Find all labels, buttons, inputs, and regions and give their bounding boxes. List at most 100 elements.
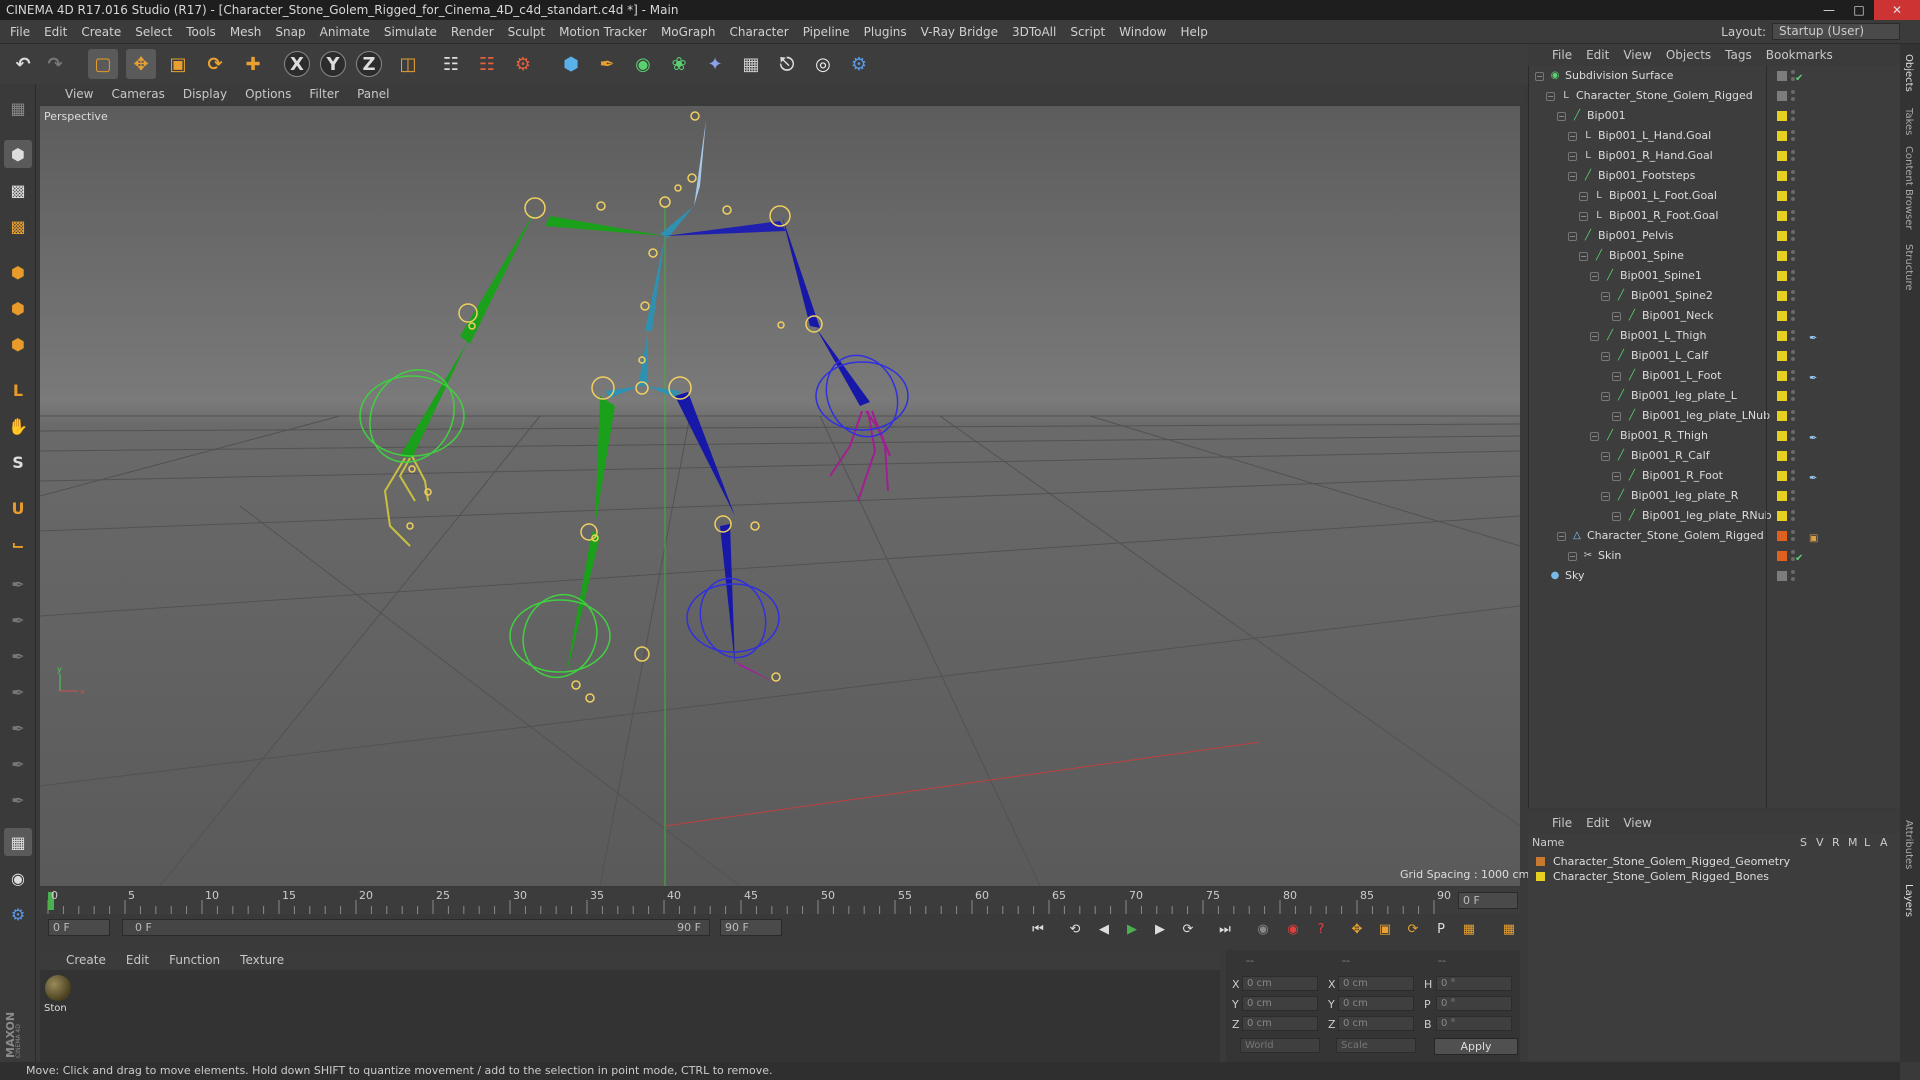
rotation-p-field[interactable]: 0 °	[1436, 996, 1512, 1011]
size-mode-dropdown[interactable]: Scale	[1336, 1038, 1416, 1053]
layer-color-icon[interactable]	[1777, 551, 1787, 561]
axis-lock-icon[interactable]: ⌙	[4, 530, 32, 558]
menu-animate[interactable]: Animate	[320, 25, 370, 39]
transform-tool-icon[interactable]: ✚	[238, 49, 268, 79]
coordinate-system-icon[interactable]: ◫	[393, 49, 423, 79]
material-name[interactable]: Ston	[44, 1003, 67, 1014]
x-axis-lock-icon[interactable]: X	[284, 51, 310, 77]
visibility-dots-icon[interactable]	[1791, 509, 1795, 523]
object-row[interactable]: − ╱ Bip001_R_Calf	[1529, 446, 1901, 466]
expand-collapse-icon[interactable]: −	[1590, 272, 1599, 281]
menu-vray-bridge[interactable]: V-Ray Bridge	[921, 25, 998, 39]
tab-objects[interactable]: Objects	[1903, 54, 1914, 92]
python-icon[interactable]: ⚙	[844, 49, 874, 79]
object-row[interactable]: − ╱ Bip001_leg_plate_LNub	[1529, 406, 1901, 426]
visibility-dots-icon[interactable]	[1791, 209, 1795, 223]
visibility-dots-icon[interactable]	[1791, 389, 1795, 403]
redo-icon[interactable]: ↷	[40, 49, 70, 79]
expand-collapse-icon[interactable]: −	[1557, 112, 1566, 121]
deformer-icon[interactable]: ✦	[700, 49, 730, 79]
sculpt-inflate-icon[interactable]: ✒	[4, 714, 32, 742]
layer-color-icon[interactable]	[1777, 271, 1787, 281]
key-pla-icon[interactable]: ▦	[1458, 918, 1480, 940]
expand-collapse-icon[interactable]: −	[1568, 552, 1577, 561]
menu-snap[interactable]: Snap	[275, 25, 305, 39]
python-script-icon[interactable]: ⚙	[4, 900, 32, 928]
visibility-dots-icon[interactable]	[1791, 189, 1795, 203]
layer-color-icon[interactable]	[1777, 431, 1787, 441]
viewport-menu-view[interactable]: View	[65, 87, 93, 101]
scale-tool-icon[interactable]: ▣	[163, 49, 193, 79]
rotate-tool-icon[interactable]: ⟳	[200, 49, 230, 79]
menu-sculpt[interactable]: Sculpt	[508, 25, 545, 39]
rotation-b-field[interactable]: 0 °	[1436, 1016, 1512, 1031]
preview-range-slider[interactable]: 0 F 90 F	[122, 919, 710, 936]
timeline-window-icon[interactable]: ▦	[1498, 918, 1520, 940]
object-menu-edit[interactable]: Edit	[1586, 48, 1609, 62]
layer-color-icon[interactable]	[1777, 191, 1787, 201]
visibility-dots-icon[interactable]	[1791, 349, 1795, 363]
object-row[interactable]: − ╱ Bip001	[1529, 106, 1901, 126]
expand-collapse-icon[interactable]: −	[1568, 152, 1577, 161]
move-tool-icon[interactable]: ✥	[126, 49, 156, 79]
layer-color-icon[interactable]	[1777, 531, 1787, 541]
tab-takes[interactable]: Takes	[1903, 108, 1914, 135]
layer-menu-file[interactable]: File	[1552, 816, 1572, 830]
visibility-dots-icon[interactable]	[1791, 289, 1795, 303]
object-row[interactable]: − △ Character_Stone_Golem_Rigged ▣	[1529, 526, 1901, 546]
expand-collapse-icon[interactable]: −	[1601, 392, 1610, 401]
tab-attributes[interactable]: Attributes	[1903, 820, 1914, 869]
layer-color-icon[interactable]	[1777, 451, 1787, 461]
viewport-solo-icon[interactable]: ▦	[4, 828, 32, 856]
object-menu-objects[interactable]: Objects	[1666, 48, 1711, 62]
make-editable-icon[interactable]: ▦	[4, 94, 32, 122]
visibility-dots-icon[interactable]	[1791, 309, 1795, 323]
y-axis-lock-icon[interactable]: Y	[320, 51, 346, 77]
object-row[interactable]: − ╱ Bip001_leg_plate_L	[1529, 386, 1901, 406]
layer-color-icon[interactable]	[1777, 291, 1787, 301]
object-row[interactable]: − L Character_Stone_Golem_Rigged	[1529, 86, 1901, 106]
object-row[interactable]: − ◉ Subdivision Surface ✔	[1529, 66, 1901, 86]
play-icon[interactable]: ▶	[1121, 918, 1143, 940]
material-menu-function[interactable]: Function	[169, 953, 220, 967]
visibility-dots-icon[interactable]	[1791, 149, 1795, 163]
layer-color-icon[interactable]	[1777, 171, 1787, 181]
cube-primitive-icon[interactable]: ⬢	[556, 49, 586, 79]
expand-collapse-icon[interactable]: −	[1568, 232, 1577, 241]
menu-script[interactable]: Script	[1070, 25, 1105, 39]
menu-3dtoall[interactable]: 3DToAll	[1012, 25, 1056, 39]
menu-select[interactable]: Select	[135, 25, 172, 39]
render-picture-viewer-icon[interactable]: ☷	[472, 49, 502, 79]
layer-color-icon[interactable]	[1777, 211, 1787, 221]
record-keyframes-icon[interactable]: ◉	[1252, 918, 1274, 940]
layer-color-icon[interactable]	[1777, 331, 1787, 341]
workplane-icon[interactable]: ▩	[4, 212, 32, 240]
menu-file[interactable]: File	[10, 25, 30, 39]
visibility-dots-icon[interactable]	[1791, 429, 1795, 443]
object-row[interactable]: − ╱ Bip001_leg_plate_R	[1529, 486, 1901, 506]
visibility-dots-icon[interactable]	[1791, 249, 1795, 263]
menu-help[interactable]: Help	[1180, 25, 1207, 39]
live-selection-icon[interactable]: ▢	[88, 49, 118, 79]
snap-icon[interactable]: S	[4, 448, 32, 476]
layer-color-icon[interactable]	[1777, 391, 1787, 401]
visibility-dots-icon[interactable]	[1791, 229, 1795, 243]
position-x-field[interactable]: 0 cm	[1242, 976, 1318, 991]
expand-collapse-icon[interactable]: −	[1601, 452, 1610, 461]
sculpt-mask-icon[interactable]: ✒	[4, 786, 32, 814]
current-frame-field[interactable]: 0 F	[1458, 892, 1518, 909]
points-mode-icon[interactable]: ⬢	[4, 258, 32, 286]
object-menu-tags[interactable]: Tags	[1725, 48, 1752, 62]
material-menu-texture[interactable]: Texture	[240, 953, 284, 967]
polygons-mode-icon[interactable]: ⬢	[4, 330, 32, 358]
menu-mograph[interactable]: MoGraph	[661, 25, 716, 39]
expand-collapse-icon[interactable]: −	[1601, 352, 1610, 361]
render-view-icon[interactable]: ☷	[436, 49, 466, 79]
maximize-button[interactable]: □	[1844, 0, 1874, 20]
keyframe-selection-icon[interactable]: ?	[1310, 918, 1332, 940]
object-row[interactable]: − ╱ Bip001_Pelvis	[1529, 226, 1901, 246]
layer-menu-view[interactable]: View	[1623, 816, 1651, 830]
end-frame-field[interactable]: 90 F	[720, 919, 782, 936]
magnet-icon[interactable]: U	[4, 494, 32, 522]
object-row[interactable]: − ╱ Bip001_Spine1	[1529, 266, 1901, 286]
